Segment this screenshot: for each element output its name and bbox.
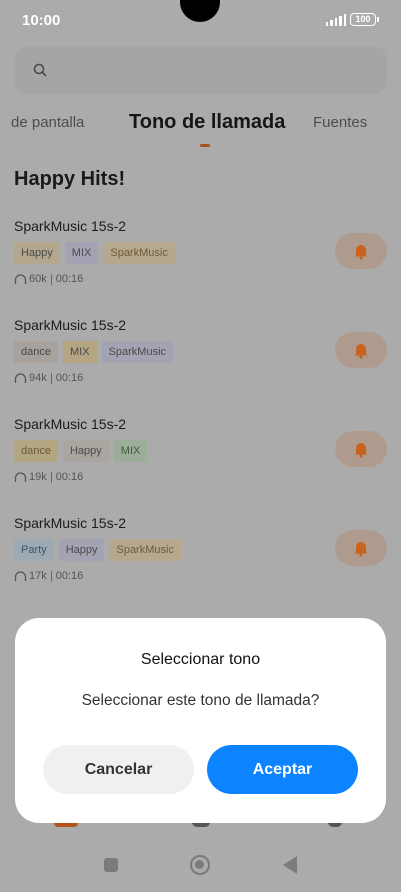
battery-icon: 100 [350,13,379,26]
list-item[interactable]: SparkMusic 15s-2 dance Happy MIX 19k 00:… [14,416,389,506]
list-item[interactable]: SparkMusic 15s-2 Party Happy SparkMusic … [14,515,389,605]
play-count: 17k [29,570,47,582]
duration: 00:16 [55,570,84,582]
bell-icon [354,542,368,557]
headphones-icon [14,570,27,581]
dialog-title: Seleccionar tono [140,651,261,668]
screen: 10:00 100 de pantalla Tono de llamada Fu… [0,0,401,892]
headphones-icon [14,372,27,383]
duration: 00:16 [55,273,84,285]
camera-notch [180,0,220,22]
system-nav-bar [0,840,401,892]
song-tags: Party Happy SparkMusic [14,539,181,561]
song-tags: Happy MIX SparkMusic [14,242,175,264]
headphones-icon [14,471,27,482]
tag[interactable]: Happy [62,440,109,462]
home-icon[interactable] [190,855,210,875]
tag[interactable]: MIX [62,341,97,363]
category-tabs: de pantalla Tono de llamada Fuentes [0,106,401,147]
bell-icon [354,245,368,260]
cancel-button[interactable]: Cancelar [43,745,194,794]
tab-fonts[interactable]: Fuentes [313,114,367,131]
search-input[interactable] [14,46,387,94]
song-title: SparkMusic 15s-2 [14,218,127,234]
song-tags: dance Happy MIX [14,440,148,462]
bell-icon [354,344,368,359]
song-meta: 94k 00:16 [14,372,83,384]
tab-ringtone[interactable]: Tono de llamada [129,111,285,134]
back-icon[interactable] [283,856,297,874]
section-title: Happy Hits! [14,168,126,190]
bell-icon [354,443,368,458]
recents-icon[interactable] [104,858,118,872]
song-meta: 17k 00:16 [14,570,83,582]
set-ringtone-button[interactable] [335,233,387,269]
tag[interactable]: dance [14,440,58,462]
play-count: 60k [29,273,47,285]
tab-wallpaper[interactable]: de pantalla [11,114,84,131]
tag[interactable]: Party [14,539,54,561]
duration: 00:16 [55,471,84,483]
song-title: SparkMusic 15s-2 [14,317,127,333]
tag[interactable]: Happy [14,242,60,264]
song-meta: 19k 00:16 [14,471,83,483]
set-ringtone-button[interactable] [335,530,387,566]
headphones-icon [14,273,27,284]
tag[interactable]: SparkMusic [103,242,175,264]
duration: 00:16 [55,372,84,384]
list-item[interactable]: SparkMusic 15s-2 Happy MIX SparkMusic 60… [14,218,389,308]
play-count: 19k [29,471,47,483]
tag[interactable]: Happy [58,539,105,561]
confirm-dialog: Seleccionar tono Seleccionar este tono d… [15,618,386,823]
set-ringtone-button[interactable] [335,431,387,467]
set-ringtone-button[interactable] [335,332,387,368]
tag[interactable]: SparkMusic [101,341,174,363]
status-bar: 10:00 100 [0,0,401,42]
tag[interactable]: SparkMusic [109,539,181,561]
status-time: 10:00 [22,12,61,29]
tab-indicator [200,144,210,147]
tag[interactable]: MIX [113,440,148,462]
play-count: 94k [29,372,47,384]
signal-icon [326,14,347,26]
dialog-message: Seleccionar este tono de llamada? [81,692,320,709]
list-item[interactable]: SparkMusic 15s-2 dance MIX SparkMusic 94… [14,317,389,407]
song-title: SparkMusic 15s-2 [14,515,127,531]
song-title: SparkMusic 15s-2 [14,416,127,432]
song-tags: dance MIX SparkMusic [14,341,174,363]
search-icon [33,63,47,77]
tag[interactable]: MIX [64,242,99,264]
accept-button[interactable]: Aceptar [207,745,358,794]
song-meta: 60k 00:16 [14,273,83,285]
tag[interactable]: dance [14,341,58,363]
